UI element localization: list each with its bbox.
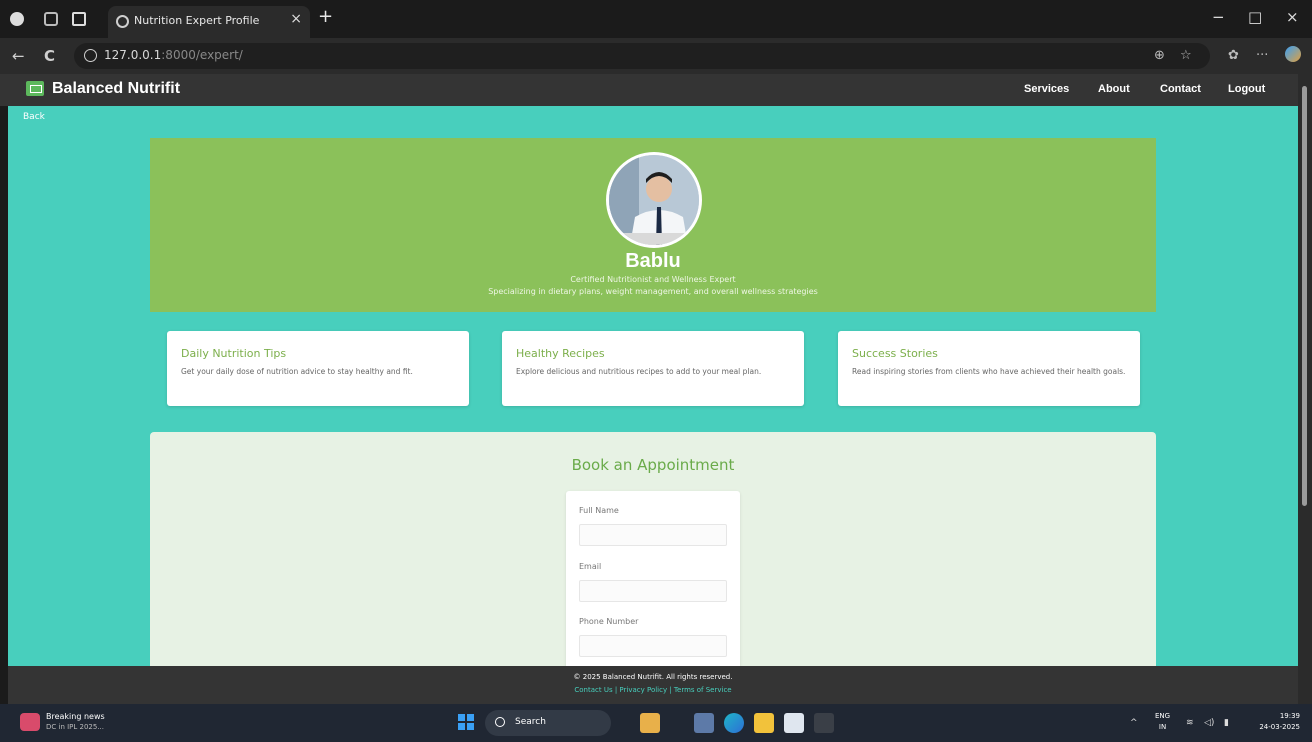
expert-specialty: Specializing in dietary plans, weight ma… bbox=[488, 287, 818, 296]
news-icon[interactable] bbox=[20, 713, 40, 731]
card-title: Daily Nutrition Tips bbox=[181, 347, 287, 360]
news-title[interactable]: Breaking news bbox=[46, 712, 105, 721]
card-text: Get your daily dose of nutrition advice … bbox=[181, 367, 413, 376]
refresh-button[interactable]: C bbox=[44, 47, 55, 65]
taskbar: Breaking news DC in IPL 2025... Search ^… bbox=[0, 704, 1312, 742]
store-icon[interactable] bbox=[784, 713, 804, 733]
nav-contact[interactable]: Contact bbox=[1160, 83, 1201, 95]
card-healthy-recipes[interactable]: Healthy Recipes Explore delicious and nu… bbox=[502, 331, 804, 406]
back-link[interactable]: Back bbox=[23, 112, 45, 122]
card-text: Explore delicious and nutritious recipes… bbox=[516, 367, 762, 376]
url-text: 127.0.0.1:8000/expert/ bbox=[104, 48, 243, 62]
site-footer: © 2025 Balanced Nutrifit. All rights res… bbox=[8, 666, 1298, 704]
news-subtitle: DC in IPL 2025... bbox=[46, 723, 105, 731]
battery-icon[interactable]: ▮ bbox=[1224, 718, 1229, 728]
globe-icon bbox=[116, 15, 129, 28]
phone-number-label: Phone Number bbox=[579, 617, 639, 626]
scrollbar[interactable] bbox=[1298, 74, 1312, 704]
copyright-text: © 2025 Balanced Nutrifit. All rights res… bbox=[573, 673, 733, 681]
card-text: Read inspiring stories from clients who … bbox=[852, 367, 1126, 376]
page-content: Back Bablu Certified Nutritionist and We… bbox=[8, 106, 1298, 666]
new-tab-button[interactable]: + bbox=[318, 6, 333, 27]
taskbar-search[interactable]: Search bbox=[485, 710, 611, 736]
minimize-button[interactable]: − bbox=[1212, 8, 1225, 26]
booking-section: Book an Appointment Full Name Email Phon… bbox=[150, 432, 1156, 666]
email-label: Email bbox=[579, 562, 602, 571]
search-icon bbox=[495, 717, 505, 727]
collections-icon[interactable]: ✿ bbox=[1228, 48, 1239, 63]
browser-tab-strip: Nutrition Expert Profile × + − □ × bbox=[0, 0, 1312, 38]
windows-start-icon[interactable] bbox=[458, 714, 474, 730]
zoom-icon[interactable]: ⊕ bbox=[1154, 48, 1165, 63]
nav-logout[interactable]: Logout bbox=[1228, 83, 1265, 95]
copilot-icon[interactable] bbox=[1285, 46, 1301, 62]
nav-about[interactable]: About bbox=[1098, 83, 1130, 95]
avatar bbox=[606, 152, 702, 248]
address-bar-row: ← C 127.0.0.1:8000/expert/ ⊕ ☆ ✿ ··· bbox=[0, 38, 1312, 74]
nav-services[interactable]: Services bbox=[1024, 83, 1069, 95]
tab-title: Nutrition Expert Profile bbox=[134, 14, 260, 27]
card-success-stories[interactable]: Success Stories Read inspiring stories f… bbox=[838, 331, 1140, 406]
email-field[interactable] bbox=[579, 580, 727, 602]
info-icon[interactable] bbox=[84, 49, 97, 62]
site-navbar: Balanced Nutrifit Services About Contact… bbox=[0, 74, 1298, 106]
tab-actions-icon[interactable] bbox=[72, 12, 86, 26]
profile-icon[interactable] bbox=[10, 12, 24, 26]
brand-name[interactable]: Balanced Nutrifit bbox=[52, 80, 180, 98]
widgets-icon[interactable] bbox=[640, 713, 660, 733]
language-indicator[interactable]: ENG IN bbox=[1155, 711, 1170, 733]
logo-icon bbox=[26, 81, 44, 96]
booking-form: Full Name Email Phone Number bbox=[566, 491, 740, 666]
booking-heading: Book an Appointment bbox=[571, 456, 735, 474]
expert-title: Certified Nutritionist and Wellness Expe… bbox=[570, 275, 736, 284]
tab-close-button[interactable]: × bbox=[290, 11, 302, 27]
scrollbar-thumb[interactable] bbox=[1302, 86, 1307, 506]
maximize-button[interactable]: □ bbox=[1248, 8, 1262, 26]
profile-header: Bablu Certified Nutritionist and Wellnes… bbox=[150, 138, 1156, 312]
card-daily-nutrition-tips[interactable]: Daily Nutrition Tips Get your daily dose… bbox=[167, 331, 469, 406]
back-button[interactable]: ← bbox=[12, 47, 25, 65]
card-title: Healthy Recipes bbox=[516, 347, 605, 360]
wifi-icon[interactable]: ≋ bbox=[1186, 718, 1194, 728]
workspaces-icon[interactable] bbox=[44, 12, 58, 26]
terminal-icon[interactable] bbox=[814, 713, 834, 733]
volume-icon[interactable]: ◁) bbox=[1204, 718, 1214, 728]
address-bar[interactable]: 127.0.0.1:8000/expert/ ⊕ ☆ bbox=[74, 43, 1210, 69]
full-name-label: Full Name bbox=[579, 506, 619, 515]
tray-chevron-icon[interactable]: ^ bbox=[1130, 718, 1138, 728]
browser-tab[interactable]: Nutrition Expert Profile × bbox=[108, 6, 310, 38]
phone-number-field[interactable] bbox=[579, 635, 727, 657]
edge-icon[interactable] bbox=[724, 713, 744, 733]
footer-links[interactable]: Contact Us | Privacy Policy | Terms of S… bbox=[8, 686, 1298, 694]
full-name-field[interactable] bbox=[579, 524, 727, 546]
close-window-button[interactable]: × bbox=[1286, 8, 1299, 26]
more-menu-button[interactable]: ··· bbox=[1256, 48, 1268, 63]
file-explorer-icon[interactable] bbox=[754, 713, 774, 733]
expert-name: Bablu bbox=[625, 250, 681, 272]
task-view-icon[interactable] bbox=[694, 713, 714, 733]
clock[interactable]: 19:39 24-03-2025 bbox=[1259, 711, 1300, 733]
card-title: Success Stories bbox=[852, 347, 938, 360]
favorite-icon[interactable]: ☆ bbox=[1180, 48, 1192, 63]
